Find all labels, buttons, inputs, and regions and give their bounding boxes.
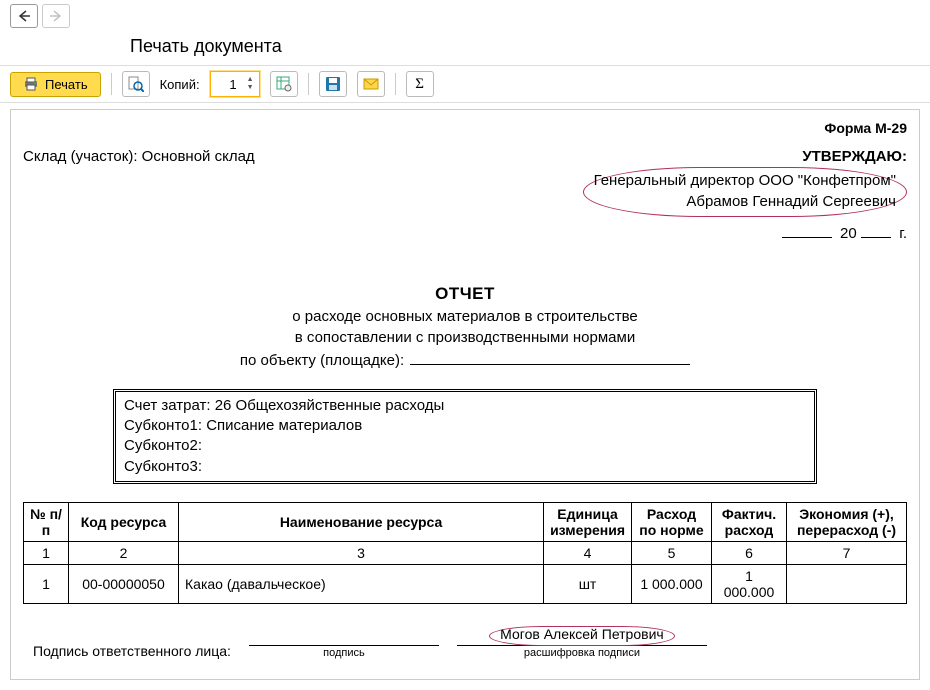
form-number: Форма М-29: [23, 120, 907, 136]
back-button[interactable]: [10, 4, 38, 28]
signature-caption: подпись: [323, 647, 365, 659]
warehouse-label: Склад (участок):: [23, 148, 138, 165]
sigma-icon: Σ: [415, 76, 424, 93]
spinner-arrows[interactable]: ▲ ▼: [247, 73, 259, 95]
materials-table: № п/п Код ресурса Наименование ресурса Е…: [23, 502, 907, 604]
chevron-up-icon: ▲: [247, 76, 257, 84]
print-button[interactable]: Печать: [10, 72, 101, 97]
separator: [395, 73, 396, 95]
report-sub1: о расходе основных материалов в строител…: [23, 306, 907, 327]
signature-label: Подпись ответственного лица:: [33, 643, 231, 659]
forward-button[interactable]: [42, 4, 70, 28]
settings-button[interactable]: [270, 71, 298, 97]
copies-label: Копий:: [160, 77, 200, 92]
copies-input[interactable]: [211, 76, 239, 93]
report-title: ОТЧЕТ: [23, 282, 907, 306]
report-sub2: в сопоставлении с производственными норм…: [23, 327, 907, 348]
separator: [111, 73, 112, 95]
preview-button[interactable]: [122, 71, 150, 97]
signature-name-line: Могов Алексей Петрович: [457, 628, 707, 646]
approver-position: Генеральный директор ООО "Конфетпром": [594, 170, 896, 191]
table-gear-icon: [276, 76, 292, 92]
approval-block: УТВЕРЖДАЮ: Генеральный директор ООО "Кон…: [583, 148, 907, 242]
approve-title: УТВЕРЖДАЮ:: [583, 148, 907, 165]
approver-highlight: Генеральный директор ООО "Конфетпром" Аб…: [583, 167, 907, 217]
envelope-icon: [363, 77, 379, 91]
page-title: Печать документа: [0, 32, 930, 65]
object-underline: [410, 364, 690, 365]
warehouse-line: Склад (участок): Основной склад: [23, 148, 255, 165]
warehouse-value: Основной склад: [142, 148, 255, 165]
arrow-right-icon: [49, 10, 63, 22]
printer-icon: [23, 77, 39, 91]
signature-decode-caption: расшифровка подписи: [524, 647, 640, 659]
approval-date: 20 г.: [583, 225, 907, 242]
print-label: Печать: [45, 77, 88, 92]
signature-row: Подпись ответственного лица: подпись Мог…: [23, 628, 907, 659]
floppy-icon: [325, 76, 341, 92]
signer-highlight: Могов Алексей Петрович: [489, 626, 675, 645]
sum-button[interactable]: Σ: [406, 71, 434, 97]
report-header: ОТЧЕТ о расходе основных материалов в ст…: [23, 282, 907, 371]
arrow-left-icon: [17, 10, 31, 22]
save-button[interactable]: [319, 71, 347, 97]
signature-line: [249, 628, 439, 646]
signer-name: Могов Алексей Петрович: [500, 626, 664, 642]
document-preview: Форма М-29 Склад (участок): Основной скл…: [10, 109, 920, 680]
magnifier-icon: [128, 76, 144, 92]
table-row: 1 00-00000050 Какао (давальческое) шт 1 …: [24, 564, 907, 603]
info-box: Счет затрат: 26 Общехозяйственные расход…: [113, 389, 817, 484]
email-button[interactable]: [357, 71, 385, 97]
separator: [308, 73, 309, 95]
table-numrow: 1 2 3 4 5 6 7: [24, 541, 907, 564]
table-header-row: № п/п Код ресурса Наименование ресурса Е…: [24, 502, 907, 541]
chevron-down-icon: ▼: [247, 84, 257, 92]
copies-spinner[interactable]: ▲ ▼: [210, 71, 260, 97]
approver-name: Абрамов Геннадий Сергеевич: [594, 191, 896, 212]
object-label: по объекту (площадке):: [240, 350, 404, 371]
